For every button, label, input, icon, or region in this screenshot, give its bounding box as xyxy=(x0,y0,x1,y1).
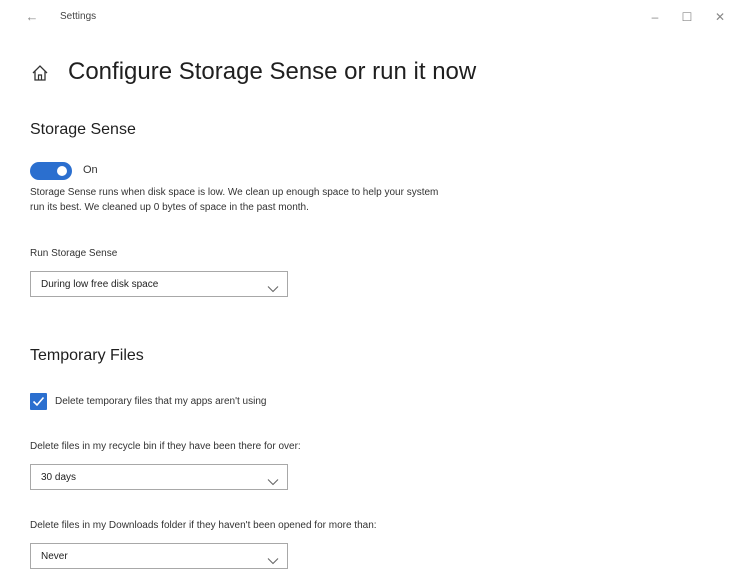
back-arrow-icon[interactable]: ← xyxy=(22,9,42,25)
chevron-down-icon xyxy=(267,473,279,486)
app-title: Settings xyxy=(60,11,97,22)
section-title-temporary-files: Temporary Files xyxy=(30,347,144,364)
toggle-state-label: On xyxy=(83,164,98,176)
downloads-folder-label: Delete files in my Downloads folder if t… xyxy=(30,520,377,531)
dropdown-value: During low free disk space xyxy=(41,279,159,290)
close-icon[interactable]: ✕ xyxy=(709,8,731,26)
title-bar: ← Settings – ☐ ✕ xyxy=(0,0,736,34)
run-storage-sense-dropdown[interactable]: During low free disk space xyxy=(30,271,288,297)
recycle-bin-dropdown[interactable]: 30 days xyxy=(30,464,288,490)
minimize-icon[interactable]: – xyxy=(644,8,666,26)
delete-temp-files-checkbox[interactable] xyxy=(30,393,47,410)
page-title: Configure Storage Sense or run it now xyxy=(68,58,477,85)
maximize-icon[interactable]: ☐ xyxy=(676,8,698,26)
dropdown-value: Never xyxy=(41,551,68,562)
run-storage-sense-label: Run Storage Sense xyxy=(30,248,118,259)
settings-window: ← Settings – ☐ ✕ Configure Storage Sense… xyxy=(0,0,736,569)
storage-sense-toggle[interactable] xyxy=(30,162,72,180)
chevron-down-icon xyxy=(267,552,279,565)
chevron-down-icon xyxy=(267,280,279,293)
toggle-knob xyxy=(57,166,67,176)
home-icon[interactable] xyxy=(30,63,50,83)
storage-sense-description: Storage Sense runs when disk space is lo… xyxy=(30,187,439,213)
dropdown-value: 30 days xyxy=(41,472,77,483)
recycle-bin-label: Delete files in my recycle bin if they h… xyxy=(30,441,301,452)
delete-temp-files-label: Delete temporary files that my apps aren… xyxy=(55,396,267,407)
downloads-folder-dropdown[interactable]: Never xyxy=(30,543,288,569)
section-title-storage-sense: Storage Sense xyxy=(30,121,136,138)
checkmark-icon xyxy=(32,396,45,407)
